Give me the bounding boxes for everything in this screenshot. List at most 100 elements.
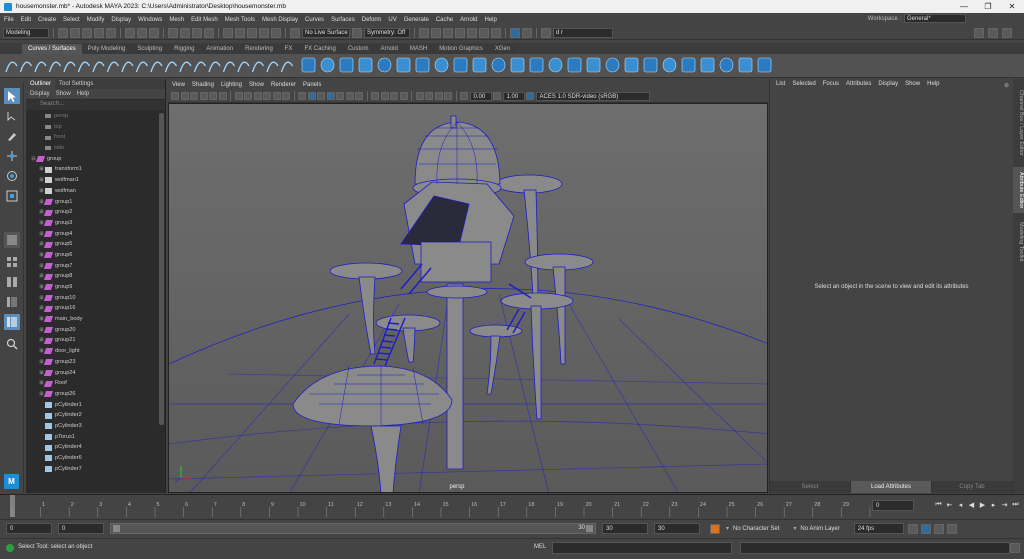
menu-mesh-tools[interactable]: Mesh Tools <box>225 17 255 23</box>
tab-channel-box[interactable]: Channel Box / Layer Editor <box>1013 83 1024 163</box>
anim-layer-arrow-icon[interactable]: ▾ <box>793 525 796 532</box>
bookmark-icon[interactable] <box>190 92 198 100</box>
redo-icon[interactable] <box>106 27 116 38</box>
outliner-item[interactable]: pCylinder6 <box>26 453 165 464</box>
nurbs-plane-icon[interactable] <box>377 57 392 73</box>
hypershade-icon[interactable] <box>467 27 477 38</box>
animation-end-field[interactable]: 30 <box>654 523 700 534</box>
outliner-item[interactable]: ⊞ wolfman <box>26 186 165 197</box>
detach-surface-icon[interactable] <box>738 57 753 73</box>
light-editor-icon[interactable] <box>491 27 501 38</box>
outliner-item[interactable]: ⊞ group10 <box>26 293 165 304</box>
outliner-item[interactable]: pCylinder3 <box>26 421 165 432</box>
user-icon[interactable] <box>541 27 551 38</box>
outliner-item[interactable]: ⊞ wolfman1 <box>26 175 165 186</box>
perspective-viewport[interactable]: persp <box>168 103 768 493</box>
character-set-arrow-icon[interactable]: ▾ <box>726 525 729 532</box>
arc-curve-icon[interactable] <box>63 61 76 73</box>
menu-mesh-display[interactable]: Mesh Display <box>262 17 298 23</box>
copy-tab-button[interactable]: Copy Tab <box>932 481 1013 493</box>
shelf-tab-fx[interactable]: FX <box>278 44 299 54</box>
time-ruler[interactable]: 1 2 3 4 5 6 7 8 9 10 11 12 13 14 15 16 17 18 19 20 21 22 23 24 2… <box>0 495 920 519</box>
outliner-item[interactable]: ⊞ group5 <box>26 239 165 250</box>
outliner-search-input[interactable]: Search... <box>26 100 165 110</box>
close-icon[interactable]: ✕ <box>1000 0 1024 13</box>
shelf-tab-custom[interactable]: Custom <box>341 44 375 54</box>
outliner-item[interactable]: ⊞ group6 <box>26 250 165 261</box>
live-surface-icon[interactable] <box>290 27 300 38</box>
shelf-tab-sculpting[interactable]: Sculpting <box>131 44 169 54</box>
outliner-item[interactable]: ⊞ group23 <box>26 357 165 368</box>
align-icon[interactable] <box>700 57 715 73</box>
outliner-item[interactable]: ⊞ group16 <box>26 303 165 314</box>
symmetry-dropdown[interactable]: Symmetry: Off <box>364 27 410 38</box>
outliner-item[interactable]: ⊞ group1 <box>26 197 165 208</box>
menu-windows[interactable]: Windows <box>138 17 162 23</box>
step-forward-key-icon[interactable]: ⇥ <box>1000 500 1009 509</box>
lasso-tool-icon[interactable] <box>4 108 20 124</box>
bevel-plus-icon[interactable] <box>548 57 563 73</box>
select-hierarchy-icon[interactable] <box>125 27 135 38</box>
range-handle-start[interactable] <box>113 525 120 532</box>
arnold-ipr-icon[interactable] <box>522 27 532 38</box>
menu-edit-mesh[interactable]: Edit Mesh <box>191 17 218 23</box>
reverse-curve-icon[interactable] <box>135 61 149 73</box>
viewport-menu-show[interactable]: Show <box>249 82 264 88</box>
color-management-icon[interactable] <box>526 92 534 100</box>
mel-command-input[interactable] <box>552 542 732 554</box>
menu-create[interactable]: Create <box>38 17 56 23</box>
isolate-select-icon[interactable] <box>415 92 424 100</box>
outliner-item[interactable]: ⊞ group2 <box>26 207 165 218</box>
shelf-tab-xgen[interactable]: XGen <box>488 44 517 54</box>
outliner-item[interactable]: pCylinder1 <box>26 400 165 411</box>
outliner-menu-display[interactable]: Display <box>30 89 50 99</box>
nurbs-cone-icon[interactable] <box>358 57 373 73</box>
menu-cache[interactable]: Cache <box>436 17 453 23</box>
outliner-item[interactable]: ⊞ group8 <box>26 271 165 282</box>
gate-mask-icon[interactable] <box>263 92 271 100</box>
trim-icon[interactable] <box>605 57 620 73</box>
smooth-curve-icon[interactable] <box>280 61 294 73</box>
expand-toggle-icon[interactable]: ⊞ <box>38 175 45 186</box>
maximize-icon[interactable]: ❐ <box>976 0 1000 13</box>
attr-menu-show[interactable]: Show <box>905 79 920 90</box>
select-camera-icon[interactable] <box>171 92 179 100</box>
viewport-menu-view[interactable]: View <box>172 82 185 88</box>
viewport-menu-shading[interactable]: Shading <box>192 82 214 88</box>
workspace-dropdown[interactable]: General* <box>904 14 966 23</box>
shelf-tab-curves-surfaces[interactable]: Curves / Surfaces <box>22 44 82 54</box>
film-gate-icon[interactable] <box>244 92 252 100</box>
outliner-item[interactable]: persp <box>26 111 165 122</box>
time-slider[interactable]: 1 2 3 4 5 6 7 8 9 10 11 12 13 14 15 16 17 18 19 20 21 22 23 24 2… <box>0 494 1024 518</box>
script-language-label[interactable]: MEL <box>534 544 546 550</box>
fillet-curve-icon[interactable] <box>208 61 221 73</box>
expand-toggle-icon[interactable]: ⊞ <box>38 164 45 175</box>
shelf-tab-fx-caching[interactable]: FX Caching <box>298 44 342 54</box>
play-forward-icon[interactable]: ▶ <box>978 500 987 509</box>
boundary-icon[interactable] <box>510 57 525 73</box>
menu-edit[interactable]: Edit <box>21 17 31 23</box>
xray-joints-icon[interactable] <box>434 92 443 100</box>
shelf-tab-animation[interactable]: Animation <box>200 44 240 54</box>
grid-icon[interactable] <box>234 92 243 100</box>
outliner-item[interactable]: ⊟ group <box>26 154 165 165</box>
arnold-render-view-icon[interactable] <box>510 27 520 38</box>
ep-curve-icon[interactable] <box>5 61 18 73</box>
modeling-toolkit-toggle-icon[interactable] <box>1002 28 1012 38</box>
snap-grid-icon[interactable] <box>223 27 233 38</box>
shelf-tab-mash[interactable]: MASH <box>403 44 434 54</box>
auto-key-icon[interactable] <box>710 523 720 534</box>
outliner-item[interactable]: ⊞ group7 <box>26 261 165 272</box>
playback-options-icon[interactable] <box>920 523 931 534</box>
outliner-item[interactable]: pCylinder4 <box>26 442 165 453</box>
select-component-icon[interactable] <box>149 27 159 38</box>
persp-outliner-layout-icon[interactable] <box>4 314 20 330</box>
square-curve-icon[interactable] <box>92 61 105 73</box>
expand-toggle-icon[interactable]: ⊞ <box>38 186 45 197</box>
bezier-curve-icon[interactable] <box>34 61 47 73</box>
menu-modify[interactable]: Modify <box>87 17 105 23</box>
menu-mesh[interactable]: Mesh <box>169 17 184 23</box>
outliner-item[interactable]: top <box>26 122 165 133</box>
attr-menu-focus[interactable]: Focus <box>823 79 839 90</box>
motion-blur-icon[interactable] <box>380 92 389 100</box>
